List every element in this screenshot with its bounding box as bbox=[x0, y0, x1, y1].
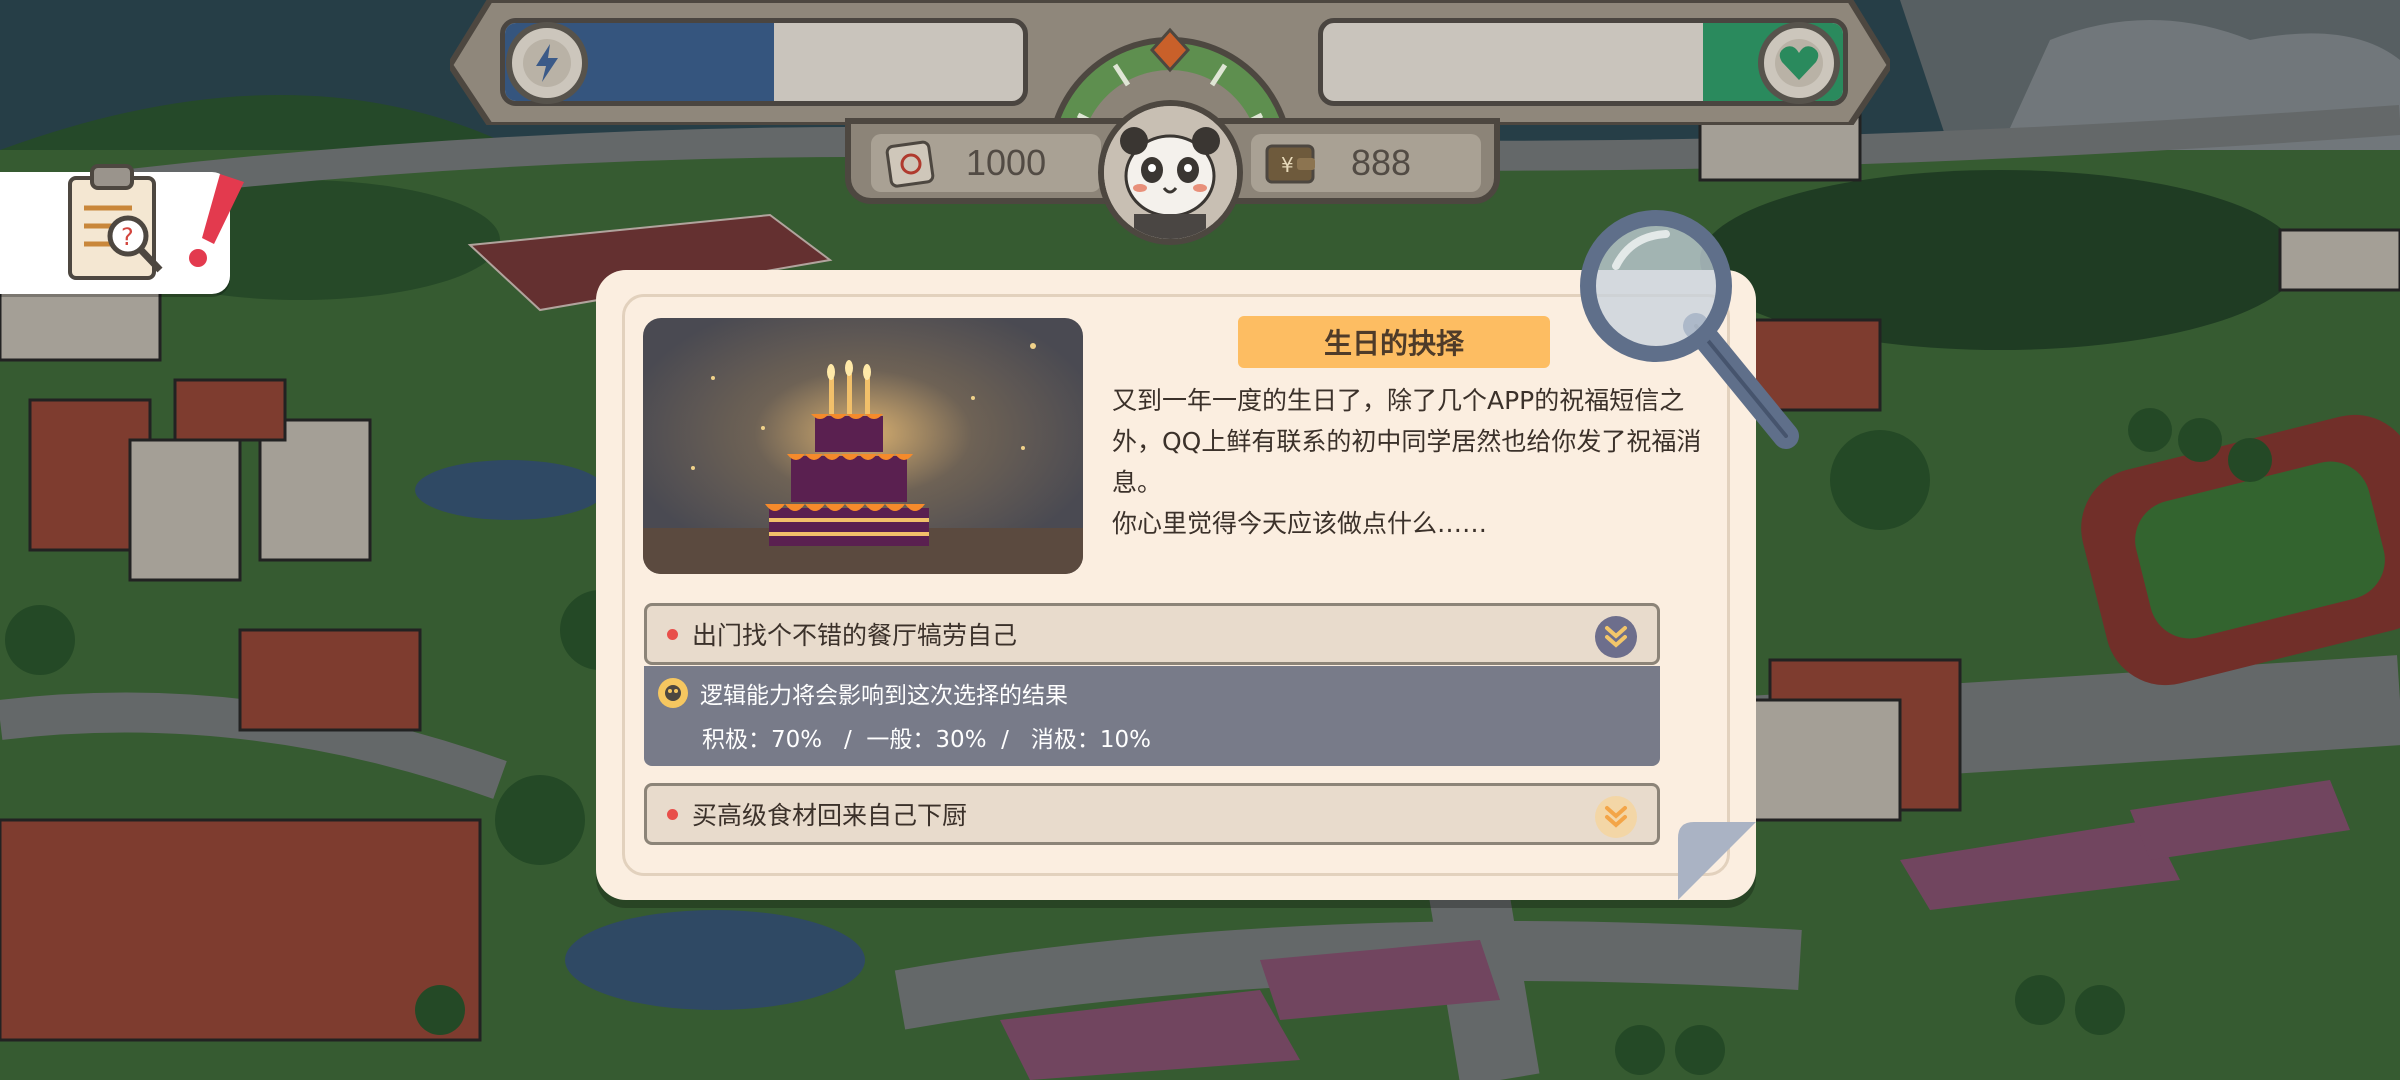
page-corner-fold bbox=[1678, 822, 1756, 900]
birthday-cake-image bbox=[643, 318, 1083, 574]
choice-1-hint: 逻辑能力将会影响到这次选择的结果 bbox=[700, 683, 1068, 709]
money-count: 888 bbox=[1351, 142, 1412, 183]
wallet-icon: ¥ bbox=[1265, 144, 1315, 184]
choice-option-1[interactable]: 出门找个不错的餐厅犒劳自己 bbox=[644, 603, 1660, 665]
bullet-dot bbox=[667, 808, 678, 820]
coin-slot: 1000 bbox=[871, 134, 1101, 192]
hint-row: 逻辑能力将会影响到这次选择的结果 bbox=[658, 676, 1068, 710]
coin-count: 1000 bbox=[966, 142, 1047, 183]
birthday-cake-icon bbox=[643, 318, 1083, 574]
choice-option-2[interactable]: 买高级食材回来自己下厨 bbox=[644, 783, 1660, 845]
coin-scroll-icon bbox=[885, 140, 935, 188]
clipboard-search-icon[interactable]: ? bbox=[62, 160, 172, 290]
magnifier-icon bbox=[1580, 210, 1799, 449]
panda-mascot-avatar[interactable] bbox=[1098, 100, 1243, 245]
money-slot: ¥ 888 bbox=[1251, 134, 1481, 192]
event-title: 生日的抉择 bbox=[1238, 316, 1550, 368]
exclamation-icon bbox=[189, 174, 244, 267]
choice-1-odds: 积极：70% / 一般：30% / 消极：10% bbox=[702, 727, 1151, 753]
svg-text:¥: ¥ bbox=[1281, 153, 1294, 177]
choice-1-label: 出门找个不错的餐厅犒劳自己 bbox=[692, 621, 1018, 650]
choice-2-label: 买高级食材回来自己下厨 bbox=[692, 801, 968, 830]
choice-1-detail: 逻辑能力将会影响到这次选择的结果 积极：70% / 一般：30% / 消极：10… bbox=[644, 666, 1660, 766]
bullet-dot bbox=[667, 628, 678, 640]
svg-text:?: ? bbox=[121, 223, 134, 251]
double-chevron-down-icon[interactable] bbox=[1595, 796, 1637, 838]
lightning-icon bbox=[506, 22, 588, 104]
heart-icon bbox=[1758, 22, 1840, 104]
brain-icon bbox=[658, 678, 688, 708]
story-paragraph-2: 你心里觉得今天应该做点什么…… bbox=[1112, 509, 1488, 538]
double-chevron-down-icon[interactable] bbox=[1595, 616, 1637, 658]
